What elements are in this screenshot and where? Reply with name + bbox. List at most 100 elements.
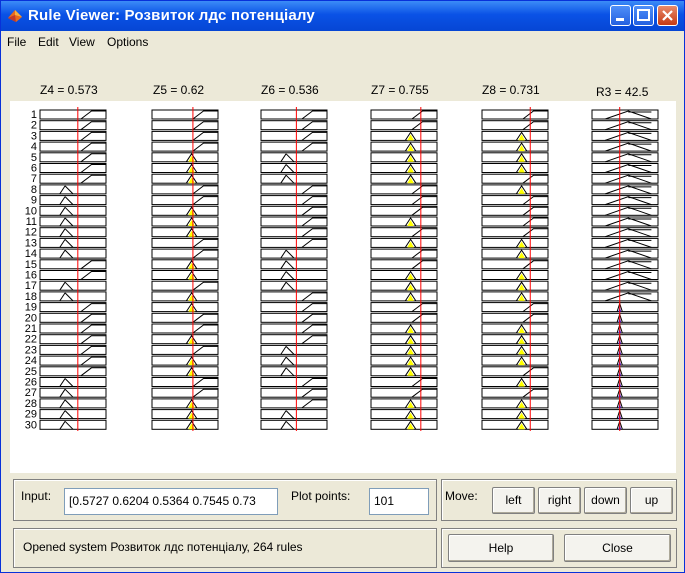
rule-cell-z7[interactable]	[370, 259, 438, 270]
rule-cell-z8[interactable]	[481, 184, 549, 195]
rule-cell-z7[interactable]	[370, 377, 438, 387]
rule-cell-z6[interactable]	[260, 280, 328, 291]
rule-cell-z7[interactable]	[370, 109, 438, 120]
move-right-button[interactable]: right	[538, 487, 581, 514]
rule-cell-z7[interactable]	[370, 141, 438, 152]
rule-cell-r3[interactable]	[591, 334, 659, 345]
rule-cell-z5[interactable]	[151, 120, 219, 131]
rule-cell-z6[interactable]	[260, 419, 328, 430]
rule-cell-z6[interactable]	[260, 141, 328, 152]
rule-cell-z5[interactable]	[151, 312, 219, 323]
rule-cell-r3[interactable]	[591, 376, 659, 387]
rule-cell-z6[interactable]	[260, 259, 328, 270]
rule-cell-r3[interactable]	[591, 409, 659, 420]
rule-cell-z7[interactable]	[370, 216, 438, 227]
rule-cell-r3[interactable]	[591, 291, 659, 302]
rule-cell-z5[interactable]	[151, 184, 219, 195]
rule-cell-r3[interactable]	[591, 120, 659, 131]
rule-cell-r3[interactable]	[591, 355, 659, 366]
rule-cell-z5[interactable]	[151, 398, 219, 409]
move-down-button[interactable]: down	[584, 487, 627, 514]
rule-cell-z7[interactable]	[370, 270, 438, 280]
rule-cell-z5[interactable]	[151, 355, 219, 366]
rule-cell-z6[interactable]	[260, 195, 328, 206]
rule-cell-z8[interactable]	[481, 302, 549, 313]
rule-cell-z8[interactable]	[481, 259, 549, 270]
help-button[interactable]: Help	[448, 534, 554, 562]
rule-cell-z6[interactable]	[260, 398, 328, 409]
rule-cell-z5[interactable]	[151, 195, 219, 206]
rule-cell-z4[interactable]	[39, 163, 107, 173]
rule-cell-z5[interactable]	[151, 216, 219, 227]
rule-cell-z4[interactable]	[39, 227, 107, 238]
rule-cell-z7[interactable]	[370, 152, 438, 163]
rule-cell-z8[interactable]	[481, 163, 549, 173]
rule-cell-z6[interactable]	[260, 205, 328, 216]
rule-cell-r3[interactable]	[591, 302, 659, 313]
rule-cell-z6[interactable]	[260, 323, 328, 334]
rule-cell-r3[interactable]	[591, 419, 659, 430]
rule-cell-z5[interactable]	[151, 259, 219, 270]
rule-cell-z6[interactable]	[260, 248, 328, 259]
rule-cell-z7[interactable]	[370, 302, 438, 313]
rule-cell-z4[interactable]	[39, 387, 107, 398]
rule-cell-z4[interactable]	[39, 205, 107, 216]
rule-cell-z7[interactable]	[370, 280, 438, 291]
rule-cell-z4[interactable]	[39, 152, 107, 163]
rule-cell-z6[interactable]	[260, 387, 328, 398]
rule-cell-z5[interactable]	[151, 291, 219, 302]
rule-cell-z8[interactable]	[481, 377, 549, 387]
rule-cell-z7[interactable]	[370, 323, 438, 334]
rule-cell-z4[interactable]	[39, 355, 107, 366]
rule-cell-r3[interactable]	[591, 366, 659, 377]
rule-cell-z8[interactable]	[481, 344, 549, 355]
rule-cell-z7[interactable]	[370, 173, 438, 184]
rule-cell-z8[interactable]	[481, 248, 549, 259]
rule-cell-z8[interactable]	[481, 216, 549, 227]
rule-cell-z8[interactable]	[481, 291, 549, 302]
rule-cell-z5[interactable]	[151, 323, 219, 334]
rule-cell-z4[interactable]	[39, 302, 107, 313]
rule-cell-z8[interactable]	[481, 270, 549, 280]
rule-cell-z8[interactable]	[481, 280, 549, 291]
rule-cell-r3[interactable]	[591, 323, 659, 334]
rule-cell-z4[interactable]	[39, 366, 107, 377]
rule-cell-z8[interactable]	[481, 237, 549, 248]
rule-cell-z5[interactable]	[151, 302, 219, 313]
rule-cell-r3[interactable]	[591, 248, 659, 259]
rule-cell-z8[interactable]	[481, 355, 549, 366]
rule-cell-z4[interactable]	[39, 312, 107, 323]
rule-cell-z4[interactable]	[39, 270, 107, 280]
rule-cell-z7[interactable]	[370, 398, 438, 409]
rule-cell-z5[interactable]	[151, 237, 219, 248]
rule-cell-z6[interactable]	[260, 227, 328, 238]
rule-cell-z4[interactable]	[39, 216, 107, 227]
rule-cell-r3[interactable]	[591, 173, 659, 184]
rule-cell-r3[interactable]	[591, 237, 659, 248]
rule-cell-z4[interactable]	[39, 184, 107, 195]
rule-cell-z7[interactable]	[370, 291, 438, 302]
rule-cell-z8[interactable]	[481, 312, 549, 323]
rule-cell-z6[interactable]	[260, 409, 328, 420]
rule-cell-z6[interactable]	[260, 302, 328, 313]
move-up-button[interactable]: up	[630, 487, 673, 514]
rule-cell-z6[interactable]	[260, 216, 328, 227]
rule-cell-z6[interactable]	[260, 173, 328, 184]
rule-cell-z8[interactable]	[481, 334, 549, 345]
rule-cell-r3[interactable]	[591, 259, 659, 270]
close-button[interactable]: Close	[564, 534, 671, 562]
plot-points-field[interactable]: 101	[369, 488, 429, 515]
rule-cell-z6[interactable]	[260, 237, 328, 248]
rule-cell-z7[interactable]	[370, 312, 438, 323]
rule-cell-r3[interactable]	[591, 205, 659, 216]
rule-cell-r3[interactable]	[591, 109, 659, 120]
rule-cell-z4[interactable]	[39, 237, 107, 248]
rule-cell-z4[interactable]	[39, 120, 107, 131]
rule-cell-z7[interactable]	[370, 237, 438, 248]
rule-cell-z4[interactable]	[39, 248, 107, 259]
rule-cell-z4[interactable]	[39, 344, 107, 355]
rule-cell-z6[interactable]	[260, 130, 328, 141]
rule-cell-r3[interactable]	[591, 141, 659, 152]
rule-cell-z8[interactable]	[481, 205, 549, 216]
rule-cell-r3[interactable]	[591, 387, 659, 398]
